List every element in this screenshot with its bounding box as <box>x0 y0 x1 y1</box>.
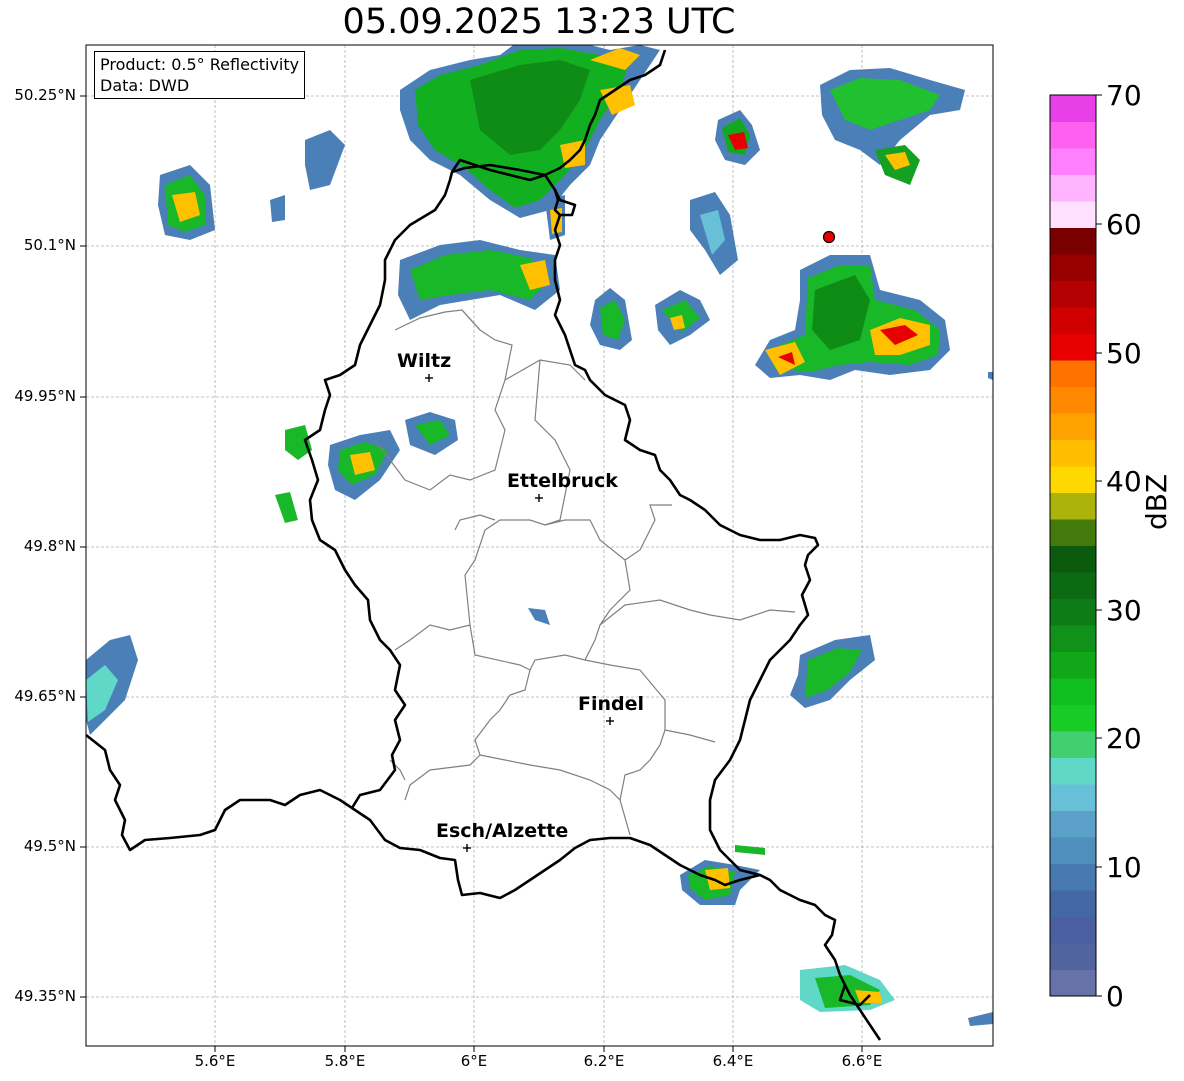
colorbar-segment <box>1050 466 1096 493</box>
colorbar-segment <box>1050 227 1096 255</box>
colorbar-segment <box>1050 360 1096 387</box>
colorbar-segment <box>1050 625 1096 652</box>
colorbar-ticks <box>1096 94 1102 997</box>
colorbar-segment <box>1050 678 1096 705</box>
colorbar-segment <box>1050 704 1096 732</box>
lat-label: 50.25°N <box>14 86 76 104</box>
lon-label: 6.6°E <box>841 1052 883 1070</box>
lat-label: 50.1°N <box>23 236 76 254</box>
product-info-box: Product: 0.5° Reflectivity Data: DWD <box>94 51 306 99</box>
colorbar-segment <box>1050 545 1096 573</box>
colorbar-segment <box>1050 943 1096 970</box>
colorbar-tick-label: 0 <box>1106 980 1124 1013</box>
colorbar-segment <box>1050 757 1096 785</box>
colorbar-segment <box>1050 307 1096 334</box>
colorbar-tick-label: 20 <box>1106 722 1142 755</box>
lon-label: 6.2°E <box>583 1052 625 1070</box>
colorbar-segment <box>1050 439 1096 467</box>
lon-label: 5.8°E <box>324 1052 366 1070</box>
lat-label: 49.65°N <box>14 687 76 705</box>
city-label-findel: Findel <box>578 693 645 715</box>
city-label-esch: Esch/Alzette <box>436 820 569 842</box>
colorbar-tick-label: 40 <box>1106 465 1142 498</box>
colorbar-segment <box>1050 969 1096 997</box>
colorbar-segment <box>1050 916 1096 944</box>
lat-label: 49.5°N <box>23 837 76 855</box>
data-source-label: Data: DWD <box>100 76 190 95</box>
colorbar-segment <box>1050 810 1096 838</box>
colorbar-segment <box>1050 95 1096 122</box>
colorbar-segment <box>1050 121 1096 149</box>
colorbar-segment <box>1050 651 1096 679</box>
city-label-ettelbruck: Ettelbruck <box>507 470 618 492</box>
city-label-wiltz: Wiltz <box>397 350 452 372</box>
radar-site-marker <box>822 230 836 244</box>
lat-label: 49.95°N <box>14 387 76 405</box>
colorbar-segment <box>1050 731 1096 758</box>
radar-map <box>80 44 1102 1052</box>
lon-label: 6.4°E <box>712 1052 754 1070</box>
colorbar-segment <box>1050 333 1096 361</box>
lat-label: 49.35°N <box>14 987 76 1005</box>
colorbar-segment <box>1050 572 1096 599</box>
lon-label: 5.6°E <box>194 1052 236 1070</box>
colorbar-tick-label: 30 <box>1106 594 1142 627</box>
colorbar-tick-label: 60 <box>1106 208 1142 241</box>
colorbar-segment <box>1050 280 1096 308</box>
colorbar-segment <box>1050 386 1096 414</box>
colorbar-title: dBZ <box>1140 473 1173 530</box>
colorbar-tick-label: 70 <box>1106 79 1142 112</box>
colorbar-segment <box>1050 863 1096 891</box>
colorbar-segment <box>1050 837 1096 864</box>
colorbar-tick-label: 10 <box>1106 851 1142 884</box>
colorbar-segment <box>1050 174 1096 202</box>
colorbar-segment <box>1050 254 1096 281</box>
colorbar-segment <box>1050 890 1096 917</box>
colorbar-segment <box>1050 148 1096 175</box>
lon-label: 6°E <box>460 1052 488 1070</box>
colorbar-segment <box>1050 492 1096 520</box>
colorbar-segment <box>1050 598 1096 626</box>
colorbar-segment <box>1050 784 1096 811</box>
colorbar <box>1050 95 1096 997</box>
colorbar-segment <box>1050 413 1096 440</box>
product-label: Product: 0.5° Reflectivity <box>100 55 300 74</box>
colorbar-tick-label: 50 <box>1106 337 1142 370</box>
colorbar-segment <box>1050 519 1096 546</box>
colorbar-segment <box>1050 201 1096 228</box>
lat-label: 49.8°N <box>23 537 76 555</box>
